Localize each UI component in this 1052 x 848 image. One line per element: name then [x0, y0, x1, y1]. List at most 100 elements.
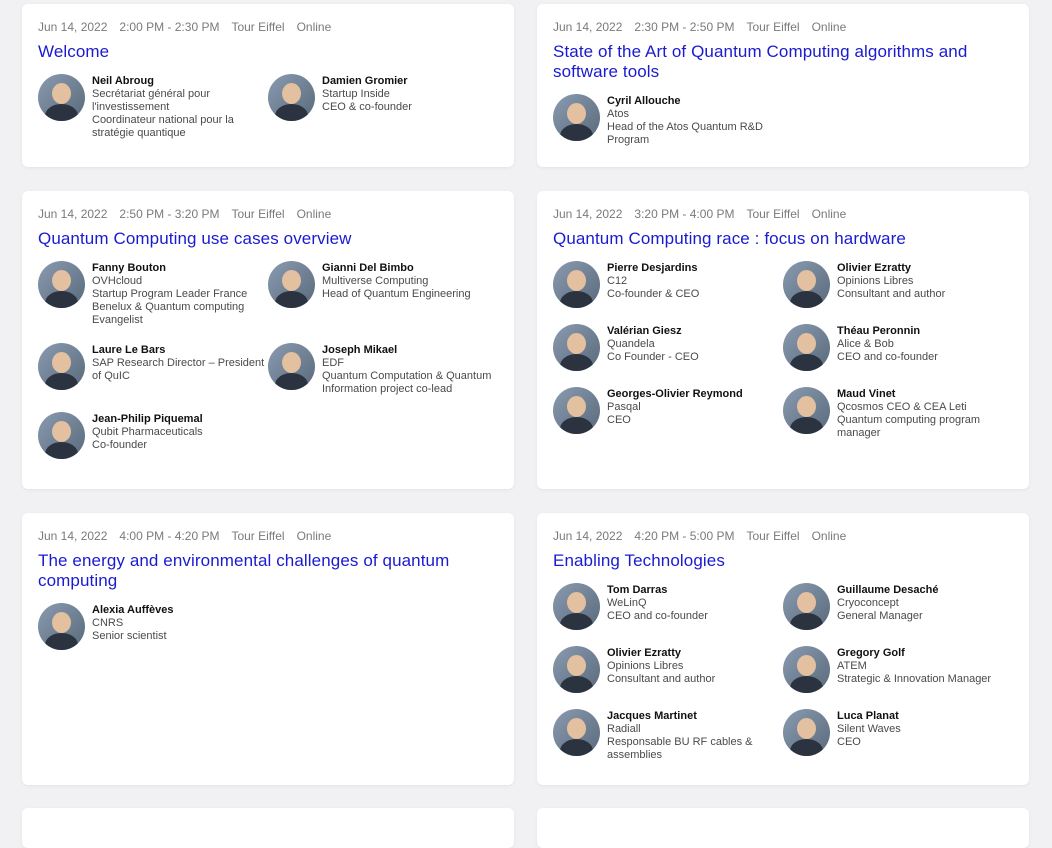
session-time: 4:20 PM - 5:00 PM	[634, 529, 735, 543]
speaker-item[interactable]: Tom Darras WeLinQ CEO and co-founder	[553, 583, 783, 630]
speaker-name: Laure Le Bars	[92, 344, 166, 356]
session-title[interactable]: Welcome	[38, 42, 498, 62]
speaker-line: General Manager	[837, 610, 923, 622]
speaker-avatar	[553, 94, 600, 141]
speaker-name: Georges-Olivier Reymond	[607, 388, 743, 400]
session-title[interactable]: The energy and environmental challenges …	[38, 551, 498, 591]
session-venue: Tour Eiffel	[231, 529, 285, 543]
speaker-item[interactable]: Luca Planat Silent Waves CEO	[783, 709, 1013, 762]
speaker-name: Fanny Bouton	[92, 262, 166, 274]
speaker-item[interactable]: Jacques Martinet Radiall Responsable BU RF…	[553, 709, 783, 762]
session-mode: Online	[811, 529, 847, 543]
speaker-name: Jacques Martinet	[607, 710, 697, 722]
speaker-line: Head of the Atos Quantum R&D Program	[607, 121, 763, 146]
speaker-line: Silent Waves	[837, 723, 901, 735]
session-title[interactable]: Quantum Computing use cases overview	[38, 229, 498, 249]
speaker-item[interactable]: Neil Abroug Secrétariat général pour l'in…	[38, 74, 268, 140]
speaker-name: Gregory Golf	[837, 647, 905, 659]
speaker-avatar	[38, 261, 85, 308]
speaker-line: C12	[607, 275, 628, 287]
session-venue: Tour Eiffel	[746, 20, 800, 34]
session-title[interactable]: State of the Art of Quantum Computing al…	[553, 42, 1013, 82]
speaker-name: Jean-Philip Piquemal	[92, 413, 203, 425]
session-time: 2:50 PM - 3:20 PM	[119, 207, 220, 221]
speaker-line: Startup Program Leader France Benelux & …	[92, 288, 248, 326]
speaker-avatar	[268, 261, 315, 308]
speaker-item[interactable]: Fanny Bouton OVHcloud Startup Program Lead…	[38, 261, 268, 327]
speaker-avatar	[38, 603, 85, 650]
speaker-item[interactable]: Guillaume Desaché Cryoconcept General Mana…	[783, 583, 1013, 630]
speaker-line: CEO	[607, 414, 631, 426]
session-date: Jun 14, 2022	[38, 529, 108, 543]
speaker-avatar	[268, 343, 315, 390]
speaker-line: CEO & co-founder	[322, 101, 412, 113]
session-mode: Online	[296, 529, 332, 543]
speaker-item[interactable]: Gregory Golf ATEM Strategic & Innovation M…	[783, 646, 1013, 693]
speaker-avatar	[783, 709, 830, 756]
session-venue: Tour Eiffel	[746, 207, 800, 221]
speaker-line: Consultant and author	[837, 288, 946, 300]
session-card: Jun 14, 2022 4:20 PM - 5:00 PM Tour Eiff…	[537, 513, 1029, 785]
session-mode: Online	[811, 20, 847, 34]
speaker-avatar	[38, 412, 85, 459]
speaker-item[interactable]: Damien Gromier Startup Inside CEO & co-fou…	[268, 74, 498, 140]
session-date: Jun 14, 2022	[38, 207, 108, 221]
speaker-name: Guillaume Desaché	[837, 584, 939, 596]
speaker-item[interactable]: Georges-Olivier Reymond Pasqal CEO	[553, 387, 783, 440]
session-date: Jun 14, 2022	[38, 20, 108, 34]
speaker-line: Co Founder - CEO	[607, 351, 699, 363]
speaker-avatar	[553, 387, 600, 434]
speaker-avatar	[783, 324, 830, 371]
speaker-name: Pierre Desjardins	[607, 262, 698, 274]
speaker-name: Maud Vinet	[837, 388, 896, 400]
session-card: Jun 14, 2022 2:50 PM - 3:20 PM Tour Eiff…	[22, 191, 514, 489]
speaker-name: Valérian Giesz	[607, 325, 682, 337]
speaker-avatar	[553, 324, 600, 371]
session-title[interactable]: Enabling Technologies	[553, 551, 1013, 571]
speaker-line: WeLinQ	[607, 597, 647, 609]
speaker-item[interactable]: Pierre Desjardins C12 Co-founder & CEO	[553, 261, 783, 308]
speaker-line: Co-founder	[92, 439, 148, 451]
speaker-item[interactable]: Alexia Auffèves CNRS Senior scientist	[38, 603, 268, 650]
speaker-item[interactable]: Jean-Philip Piquemal Qubit Pharmaceutical…	[38, 412, 268, 459]
speaker-line: Radiall	[607, 723, 641, 735]
speaker-item[interactable]: Cyril Allouche Atos Head of the Atos Quant…	[553, 94, 783, 147]
speaker-item[interactable]: Gianni Del Bimbo Multiverse Computing Head…	[268, 261, 498, 327]
speaker-avatar	[268, 74, 315, 121]
speaker-list: Pierre Desjardins C12 Co-founder & CEO Oli…	[553, 261, 1013, 440]
speaker-name: Luca Planat	[837, 710, 899, 722]
speaker-item[interactable]: Olivier Ezratty Opinions Libres Consultant…	[783, 261, 1013, 308]
speaker-line: Consultant and author	[607, 673, 716, 685]
speaker-item[interactable]: Valérian Giesz Quandela Co Founder - CEO	[553, 324, 783, 371]
speaker-item[interactable]: Joseph Mikael EDF Quantum Computation & Qu…	[268, 343, 498, 396]
speaker-name: Damien Gromier	[322, 75, 408, 87]
speaker-avatar	[783, 646, 830, 693]
session-card: Jun 14, 2022 4:00 PM - 4:20 PM Tour Eiff…	[22, 513, 514, 785]
session-card	[537, 808, 1029, 848]
session-meta: Jun 14, 2022 3:20 PM - 4:00 PM Tour Eiff…	[553, 207, 1013, 221]
speaker-line: Startup Inside	[322, 88, 390, 100]
session-meta: Jun 14, 2022 2:00 PM - 2:30 PM Tour Eiff…	[38, 20, 498, 34]
speaker-line: Qubit Pharmaceuticals	[92, 426, 203, 438]
speaker-line: Qcosmos CEO & CEA Leti	[837, 401, 967, 413]
session-venue: Tour Eiffel	[231, 207, 285, 221]
speaker-item[interactable]: Olivier Ezratty Opinions Libres Consultant…	[553, 646, 783, 693]
speaker-name: Olivier Ezratty	[607, 647, 681, 659]
speaker-list: Tom Darras WeLinQ CEO and co-founder Guill…	[553, 583, 1013, 762]
speaker-line: OVHcloud	[92, 275, 143, 287]
session-date: Jun 14, 2022	[553, 529, 623, 543]
speaker-item[interactable]: Laure Le Bars SAP Research Director – Pre…	[38, 343, 268, 396]
speaker-item[interactable]: Maud Vinet Qcosmos CEO & CEA Leti Quantum …	[783, 387, 1013, 440]
speaker-line: Alice & Bob	[837, 338, 894, 350]
speaker-avatar	[38, 343, 85, 390]
speaker-line: Quandela	[607, 338, 655, 350]
session-title[interactable]: Quantum Computing race : focus on hardwa…	[553, 229, 1013, 249]
speaker-list: Neil Abroug Secrétariat général pour l'in…	[38, 74, 498, 140]
session-date: Jun 14, 2022	[553, 20, 623, 34]
speaker-item[interactable]: Théau Peronnin Alice & Bob CEO and co-foun…	[783, 324, 1013, 371]
speaker-line: Atos	[607, 108, 630, 120]
speaker-line: CNRS	[92, 617, 124, 629]
speaker-line: Co-founder & CEO	[607, 288, 700, 300]
speaker-line: CEO and co-founder	[607, 610, 708, 622]
speaker-list: Alexia Auffèves CNRS Senior scientist	[38, 603, 498, 650]
